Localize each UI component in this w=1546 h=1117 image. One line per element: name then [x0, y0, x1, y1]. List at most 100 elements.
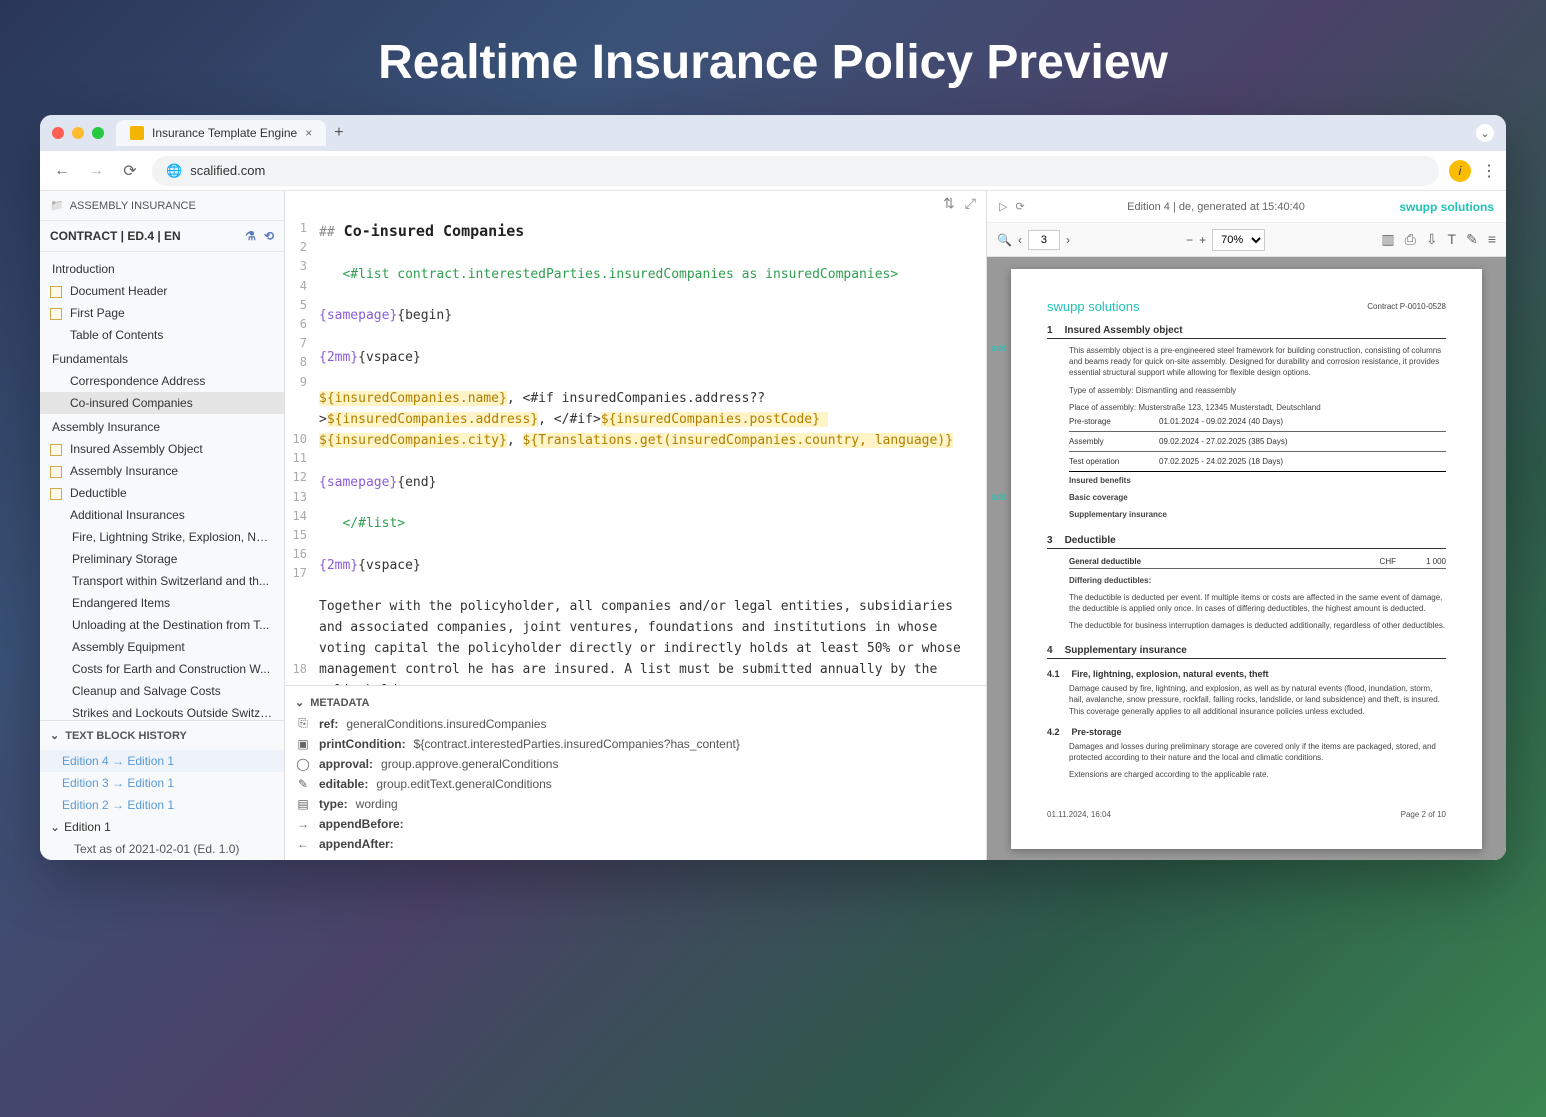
- site-info-icon[interactable]: 🌐: [166, 163, 182, 179]
- history-item[interactable]: Edition 2 → Edition 1: [40, 794, 284, 816]
- page-fit-icon[interactable]: ▥: [1381, 231, 1394, 248]
- meta-row-ref: ⎘ref:generalConditions.insuredCompanies: [295, 713, 976, 734]
- search-icon[interactable]: 🔍: [997, 233, 1012, 247]
- tree-item[interactable]: First Page: [40, 302, 284, 324]
- brand-logo: swupp solutions: [1399, 200, 1494, 214]
- tree-item[interactable]: Assembly Insurance: [40, 460, 284, 482]
- doc-body: Damages and losses during preliminary st…: [1069, 741, 1446, 763]
- tree-item[interactable]: Assembly Equipment: [40, 636, 284, 658]
- zoom-out-icon[interactable]: −: [1186, 233, 1193, 247]
- tabs-dropdown-icon[interactable]: ⌄: [1476, 124, 1494, 142]
- meta-row-before: →appendBefore:: [295, 814, 976, 834]
- tree-item[interactable]: Document Header: [40, 280, 284, 302]
- play-icon[interactable]: ▷: [999, 200, 1007, 213]
- doc-kv: Pre-storage01.01.2024 - 09.02.2024 (40 D…: [1069, 415, 1446, 428]
- draw-icon[interactable]: ✎: [1466, 231, 1478, 248]
- filter-icon[interactable]: ⚗: [245, 229, 256, 243]
- history-item[interactable]: ⌄Edition 1: [40, 816, 284, 838]
- tree-item[interactable]: Endangered Items: [40, 592, 284, 614]
- hero-title: Realtime Insurance Policy Preview: [0, 0, 1546, 115]
- expand-icon[interactable]: ⤢: [965, 195, 976, 212]
- menu-icon[interactable]: ≡: [1488, 231, 1496, 248]
- code-arg: {begin}: [397, 308, 452, 323]
- history-title: TEXT BLOCK HISTORY: [65, 730, 187, 742]
- history-header[interactable]: ⌄ TEXT BLOCK HISTORY: [40, 720, 284, 750]
- pdf-viewport[interactable]: edit edit swupp solutions Contract P-001…: [987, 257, 1506, 860]
- tree-item[interactable]: Additional Insurances: [40, 504, 284, 526]
- code-arg: {vspace}: [358, 558, 421, 573]
- code-text: , </#if>: [538, 412, 601, 427]
- code-tag: {2mm}: [319, 350, 358, 365]
- tree-item[interactable]: Unloading at the Destination from T...: [40, 614, 284, 636]
- maximize-window-button[interactable]: [92, 127, 104, 139]
- doc-subtitle: Basic coverage: [1069, 492, 1446, 503]
- meta-row-print: ▣printCondition:${contract.interestedPar…: [295, 734, 976, 754]
- minimize-window-button[interactable]: [72, 127, 84, 139]
- extension-icon[interactable]: i: [1449, 160, 1471, 182]
- url-bar[interactable]: 🌐 scalified.com: [152, 156, 1439, 186]
- tree-section-intro[interactable]: Introduction: [40, 256, 284, 280]
- tree-item[interactable]: Cleanup and Salvage Costs: [40, 680, 284, 702]
- doc-body: The deductible is deducted per event. If…: [1069, 592, 1446, 614]
- forward-button[interactable]: →: [84, 162, 108, 180]
- history-item[interactable]: Edition 3 → Edition 1: [40, 772, 284, 794]
- back-button[interactable]: ←: [50, 162, 74, 180]
- new-tab-button[interactable]: +: [334, 124, 343, 142]
- browser-tab[interactable]: Insurance Template Engine ×: [116, 120, 326, 146]
- chevron-down-icon: ⌄: [295, 696, 304, 709]
- tree-item-selected[interactable]: Co-insured Companies: [40, 392, 284, 414]
- tree-section-fundamentals[interactable]: Fundamentals: [40, 346, 284, 370]
- browser-menu-icon[interactable]: ⋮: [1481, 161, 1496, 181]
- text-icon[interactable]: T: [1448, 231, 1457, 248]
- print-icon[interactable]: ⎙: [1405, 231, 1416, 248]
- tree-item[interactable]: Strikes and Lockouts Outside Switze...: [40, 702, 284, 720]
- preview-header: ▷⟳ Edition 4 | de, generated at 15:40:40…: [987, 191, 1506, 223]
- refresh-icon[interactable]: ⟳: [1015, 200, 1024, 213]
- heading-text: Co-insured Companies: [335, 222, 525, 240]
- editor-toolbar: ⇅ ⤢: [285, 191, 986, 215]
- refresh-icon[interactable]: ⟲: [264, 229, 274, 243]
- zoom-select[interactable]: 70%: [1212, 229, 1265, 251]
- tree-item[interactable]: Transport within Switzerland and th...: [40, 570, 284, 592]
- history-item-sub[interactable]: Text as of 2021-02-01 (Ed. 1.0): [40, 838, 284, 860]
- tree-item[interactable]: Preliminary Storage: [40, 548, 284, 570]
- zoom-in-icon[interactable]: +: [1199, 233, 1206, 247]
- history-item[interactable]: Edition 4 → Edition 1: [40, 750, 284, 772]
- contract-label: CONTRACT | ED.4 | EN: [50, 229, 181, 243]
- tree-item[interactable]: Costs for Earth and Construction W...: [40, 658, 284, 680]
- download-icon[interactable]: ⇩: [1426, 231, 1438, 248]
- contract-selector[interactable]: CONTRACT | ED.4 | EN ⚗ ⟲: [40, 221, 284, 252]
- doc-section-1: 1Insured Assembly object: [1047, 325, 1446, 339]
- preview-pane: ▷⟳ Edition 4 | de, generated at 15:40:40…: [986, 191, 1506, 860]
- page-number-input[interactable]: [1028, 230, 1060, 250]
- sync-icon[interactable]: ⇅: [943, 195, 955, 212]
- doc-row: General deductibleCHF1 000: [1069, 555, 1446, 569]
- close-tab-icon[interactable]: ×: [305, 126, 312, 140]
- code-text: ,: [507, 433, 523, 448]
- sidebar-title-text: ASSEMBLY INSURANCE: [70, 200, 196, 212]
- tree-item[interactable]: Table of Contents: [40, 324, 284, 346]
- meta-row-after: ←appendAfter:: [295, 834, 976, 854]
- metadata-header[interactable]: ⌄METADATA: [295, 692, 976, 713]
- code-tag: {samepage}: [319, 475, 397, 490]
- page-next-icon[interactable]: ›: [1066, 233, 1070, 247]
- doc-subtitle: Insured benefits: [1069, 475, 1446, 486]
- doc-body: The deductible for business interruption…: [1069, 620, 1446, 631]
- tree-item[interactable]: Fire, Lightning Strike, Explosion, Nat..…: [40, 526, 284, 548]
- edit-marker[interactable]: edit: [991, 492, 1006, 502]
- tree-section-assembly[interactable]: Assembly Insurance: [40, 414, 284, 438]
- close-window-button[interactable]: [52, 127, 64, 139]
- tree-item[interactable]: Correspondence Address: [40, 370, 284, 392]
- page-prev-icon[interactable]: ‹: [1018, 233, 1022, 247]
- app-container: ASSEMBLY INSURANCE CONTRACT | ED.4 | EN …: [40, 191, 1506, 860]
- code-content[interactable]: ## Co-insured Companies <#list contract.…: [315, 215, 986, 685]
- code-editor[interactable]: 123456789101112131415161718 ## Co-insure…: [285, 215, 986, 685]
- doc-body: Damage caused by fire, lightning, and ex…: [1069, 683, 1446, 717]
- tree-item[interactable]: Deductible: [40, 482, 284, 504]
- edit-marker[interactable]: edit: [991, 343, 1006, 353]
- reload-button[interactable]: ⟳: [118, 161, 142, 181]
- footer-date: 01.11.2024, 16:04: [1047, 810, 1111, 819]
- doc-subsection: 4.1Fire, lightning, explosion, natural e…: [1047, 669, 1446, 679]
- doc-subsection: 4.2Pre-storage: [1047, 727, 1446, 737]
- tree-item[interactable]: Insured Assembly Object: [40, 438, 284, 460]
